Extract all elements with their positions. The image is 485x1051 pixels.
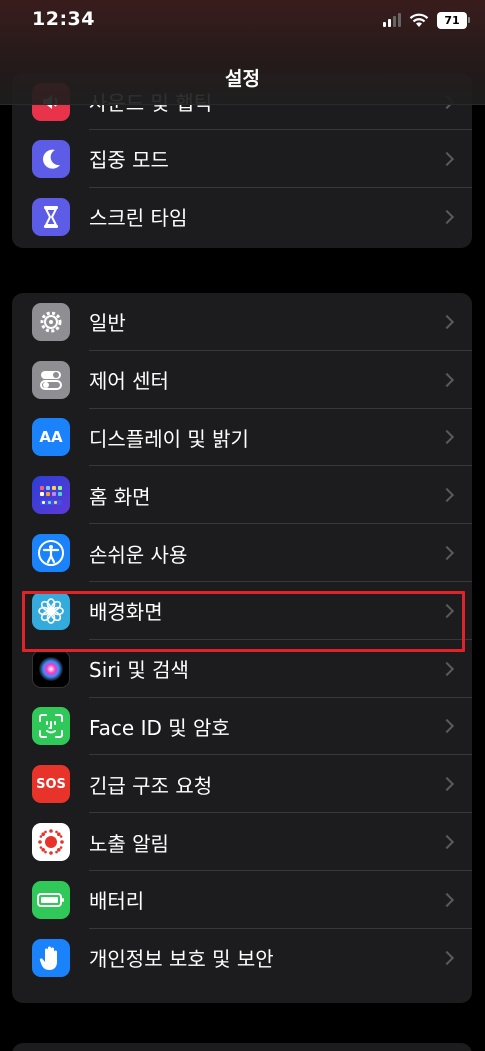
status-time: 12:34 [32, 8, 95, 30]
moon-icon [32, 139, 70, 178]
aa-icon: AA [32, 418, 70, 457]
status-bar: 12:34 71 [0, 0, 485, 44]
row-label: 배터리 [89, 889, 145, 914]
settings-row-focus[interactable]: 집중 모드 [12, 130, 472, 188]
row-label: Siri 및 검색 [89, 658, 189, 683]
settings-row-display[interactable]: AA 디스플레이 및 밝기 [12, 409, 472, 467]
exposure-icon [32, 823, 70, 862]
settings-row-screen-time[interactable]: 스크린 타임 [12, 188, 472, 246]
chevron-right-icon [439, 314, 455, 329]
settings-row-siri[interactable]: Siri 및 검색 [12, 640, 472, 698]
hourglass-icon [32, 197, 70, 236]
row-label: 홈 화면 [89, 484, 151, 509]
siri-icon [32, 649, 70, 688]
chevron-right-icon [439, 834, 455, 850]
chevron-right-icon [439, 661, 455, 676]
cellular-signal-icon [383, 13, 401, 27]
settings-row-battery[interactable]: 배터리 [12, 871, 472, 929]
chevron-right-icon [439, 488, 455, 503]
status-icons: 71 [383, 10, 470, 30]
page-title: 설정 [225, 68, 260, 90]
row-label: Face ID 및 암호 [89, 715, 230, 740]
row-label: 손쉬운 사용 [89, 542, 188, 567]
chevron-right-icon [439, 719, 455, 734]
chevron-right-icon [439, 950, 455, 965]
battery-icon [32, 880, 70, 919]
next-group-edge [12, 1043, 472, 1051]
sos-icon-text: SOS [36, 776, 66, 792]
home-grid-icon [32, 476, 70, 515]
row-label: 개인정보 보호 및 보안 [89, 947, 274, 972]
row-label: 스크린 타임 [89, 206, 188, 231]
settings-screen: 사운드 및 햅틱 집중 모드 스크린 타임 일반 [0, 0, 485, 1051]
chevron-right-icon [439, 546, 455, 561]
chevron-right-icon [439, 603, 455, 618]
general-group: 일반 제어 센터 AA 디스플레이 및 밝기 홈 화면 손쉬운 사용 배경화면 … [12, 293, 472, 1003]
settings-row-wallpaper[interactable]: 배경화면 [12, 582, 472, 640]
settings-row-home-screen[interactable]: 홈 화면 [12, 466, 472, 525]
wallpaper-flower-icon [32, 591, 70, 630]
row-label: 배경화면 [89, 600, 163, 625]
faceid-icon [32, 707, 70, 746]
chevron-right-icon [439, 209, 455, 224]
settings-row-accessibility[interactable]: 손쉬운 사용 [12, 524, 472, 582]
row-label: 집중 모드 [89, 148, 169, 173]
row-label: 일반 [89, 311, 126, 336]
row-label: 디스플레이 및 밝기 [89, 426, 249, 451]
chevron-right-icon [439, 372, 455, 387]
aa-icon-text: AA [39, 428, 63, 447]
accessibility-icon [32, 534, 70, 573]
chevron-right-icon [439, 777, 455, 792]
hand-icon [32, 938, 70, 977]
sos-icon: SOS [32, 765, 70, 804]
row-label: 제어 센터 [89, 369, 169, 394]
settings-row-general[interactable]: 일반 [12, 293, 472, 351]
chevron-right-icon [439, 892, 455, 907]
battery-status: 71 [437, 11, 470, 29]
settings-row-faceid[interactable]: Face ID 및 암호 [12, 698, 472, 756]
settings-row-sos[interactable]: SOS 긴급 구조 요청 [12, 755, 472, 814]
chevron-right-icon [439, 430, 455, 445]
chevron-right-icon [439, 151, 455, 166]
wifi-icon [409, 13, 429, 27]
settings-row-exposure[interactable]: 노출 알림 [12, 813, 472, 871]
settings-row-control-center[interactable]: 제어 센터 [12, 351, 472, 409]
row-label: 긴급 구조 요청 [89, 773, 213, 798]
toggles-icon [32, 360, 70, 399]
row-label: 노출 알림 [89, 831, 169, 856]
gear-icon [32, 302, 70, 341]
settings-row-privacy[interactable]: 개인정보 보호 및 보안 [12, 929, 472, 987]
